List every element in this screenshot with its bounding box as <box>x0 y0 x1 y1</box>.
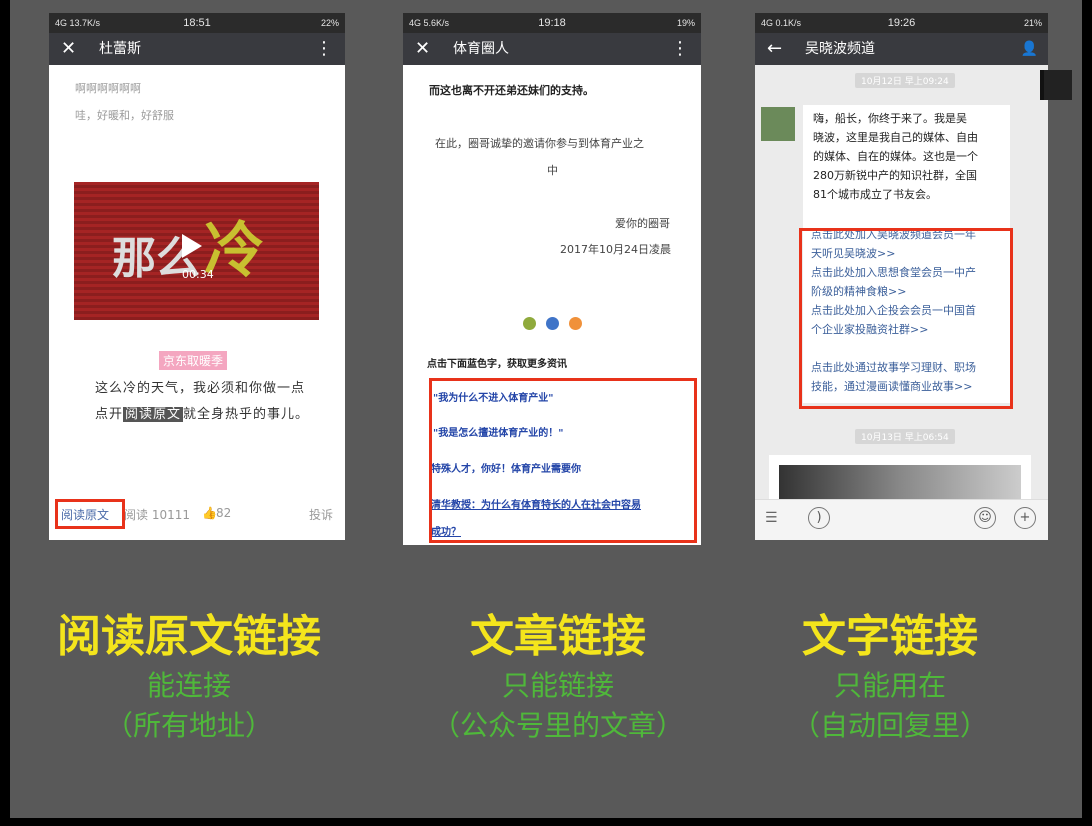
phone-screenshot-chat: 4G 0.1K/s 19:26 21% ← 吴晓波频道 👤 10月12日 早上0… <box>755 13 1048 540</box>
chat-input-bar: ☰ ) ☺ + <box>755 499 1048 540</box>
caption-subtitle: （公众号里的文章） <box>431 709 684 742</box>
nav-bar: ← 吴晓波频道 👤 <box>755 33 1048 65</box>
nav-bar: ✕ 体育圈人 ⋮ <box>403 33 701 65</box>
caption-group: 文字链接 只能用在 （自动回复里） <box>750 600 1030 744</box>
book-icon <box>1040 70 1072 100</box>
nav-title: 吴晓波频道 <box>805 41 875 57</box>
clock: 18:51 <box>183 17 211 29</box>
close-icon[interactable]: ✕ <box>415 33 430 65</box>
highlight-box <box>55 499 125 529</box>
decor-dot <box>523 317 536 330</box>
battery-status: 21% <box>1023 18 1042 28</box>
nav-title: 体育圈人 <box>453 41 509 57</box>
article-text-part: 点开 <box>95 407 124 422</box>
status-bar: 4G 5.6K/s 19:18 19% <box>403 13 701 33</box>
status-bar: 4G 0.1K/s 19:26 21% <box>755 13 1048 33</box>
clock: 19:18 <box>538 17 566 29</box>
article-line: 中 <box>547 164 558 177</box>
article-line: 啊啊啊啊啊啊 <box>75 82 141 95</box>
decor-dot <box>546 317 559 330</box>
article-text: 这么冷的天气，我必须和你做一点 <box>95 381 306 396</box>
message-line: 晓波，这里是我自己的媒体、自由 <box>813 131 978 144</box>
emoji-icon[interactable]: ☺ <box>974 507 996 529</box>
caption-subtitle: 只能链接 <box>501 669 614 702</box>
slide: 4G 13.7K/s 18:51 22% ✕ 杜蕾斯 ⋮ 啊啊啊啊啊啊 哇，好暖… <box>10 0 1082 818</box>
message-line: 嗨，船长，你终于来了。我是吴 <box>813 112 967 125</box>
back-arrow-icon[interactable]: ← <box>767 33 782 65</box>
more-icon[interactable]: ⋮ <box>671 33 689 65</box>
caption-subtitle: （自动回复里） <box>791 709 988 742</box>
keyboard-icon[interactable]: ☰ <box>765 510 778 526</box>
battery-status: 19% <box>676 18 695 28</box>
caption-subtitle: 能连接 <box>146 669 231 702</box>
video-player[interactable]: 那么 冷 00:34 <box>74 182 319 320</box>
nav-title: 杜蕾斯 <box>99 41 141 57</box>
like-count: 82 <box>216 506 232 520</box>
play-icon[interactable] <box>182 234 202 258</box>
caption-title: 文章链接 <box>470 611 646 662</box>
highlight-box <box>429 378 697 543</box>
person-icon[interactable]: 👤 <box>1021 33 1038 65</box>
avatar[interactable] <box>761 107 795 141</box>
complain-link[interactable]: 投诉 <box>309 506 333 523</box>
caption-group: 阅读原文链接 能连接 （所有地址） <box>30 600 348 744</box>
signature: 爱你的圈哥 <box>615 217 670 230</box>
message-line: 280万新锐中产的知识社群，全国 <box>813 169 977 182</box>
close-icon[interactable]: ✕ <box>61 33 76 65</box>
date-line: 2017年10月24日凌晨 <box>560 243 671 256</box>
read-count: 阅读 10111 <box>124 508 190 522</box>
video-duration: 00:34 <box>182 268 214 281</box>
timestamp: 10月12日 早上09:24 <box>855 73 955 88</box>
article-line: 哇，好暖和，好舒服 <box>75 109 174 122</box>
timestamp: 10月13日 早上06:54 <box>855 429 955 444</box>
article-text: 点开 阅读原文 就全身热乎的事儿。 <box>95 403 309 422</box>
nav-bar: ✕ 杜蕾斯 ⋮ <box>49 33 345 65</box>
phone-screenshot-dulei: 4G 13.7K/s 18:51 22% ✕ 杜蕾斯 ⋮ 啊啊啊啊啊啊 哇，好暖… <box>49 13 345 540</box>
article-text-part: 就全身热乎的事儿。 <box>183 407 310 422</box>
image-message[interactable] <box>769 455 1031 500</box>
battery-status: 22% <box>320 18 339 28</box>
caption-title: 文字链接 <box>802 611 978 662</box>
article-line: 在此，圈哥诚挚的邀请你参与到体育产业之 <box>435 137 644 150</box>
phone-screenshot-sports: 4G 5.6K/s 19:18 19% ✕ 体育圈人 ⋮ 而这也离不开还弟还妹们… <box>403 13 701 545</box>
prompt-text: 点击下面蓝色字，获取更多资讯 <box>427 359 567 370</box>
voice-icon[interactable]: ) <box>808 507 830 529</box>
image-thumbnail <box>779 465 1021 500</box>
clock: 19:26 <box>887 17 916 29</box>
caption-subtitle: 只能用在 <box>833 669 946 702</box>
status-bar: 4G 13.7K/s 18:51 22% <box>49 13 345 33</box>
highlighted-text: 阅读原文 <box>123 407 184 422</box>
article-line: 而这也离不开还弟还妹们的支持。 <box>429 84 594 97</box>
message-line: 81个城市成立了书友会。 <box>813 188 937 201</box>
caption-group: 文章链接 只能链接 （公众号里的文章） <box>388 600 728 744</box>
caption-title: 阅读原文链接 <box>57 611 321 662</box>
promo-badge: 京东取暖季 <box>159 351 228 370</box>
plus-icon[interactable]: + <box>1014 507 1036 529</box>
caption-subtitle: （所有地址） <box>104 709 273 742</box>
like-icon[interactable]: 👍 <box>202 506 217 520</box>
more-icon[interactable]: ⋮ <box>315 33 333 65</box>
message-line: 的媒体、自在的媒体。这也是一个 <box>813 150 978 163</box>
decor-dot <box>569 317 582 330</box>
highlight-box <box>799 228 1013 409</box>
